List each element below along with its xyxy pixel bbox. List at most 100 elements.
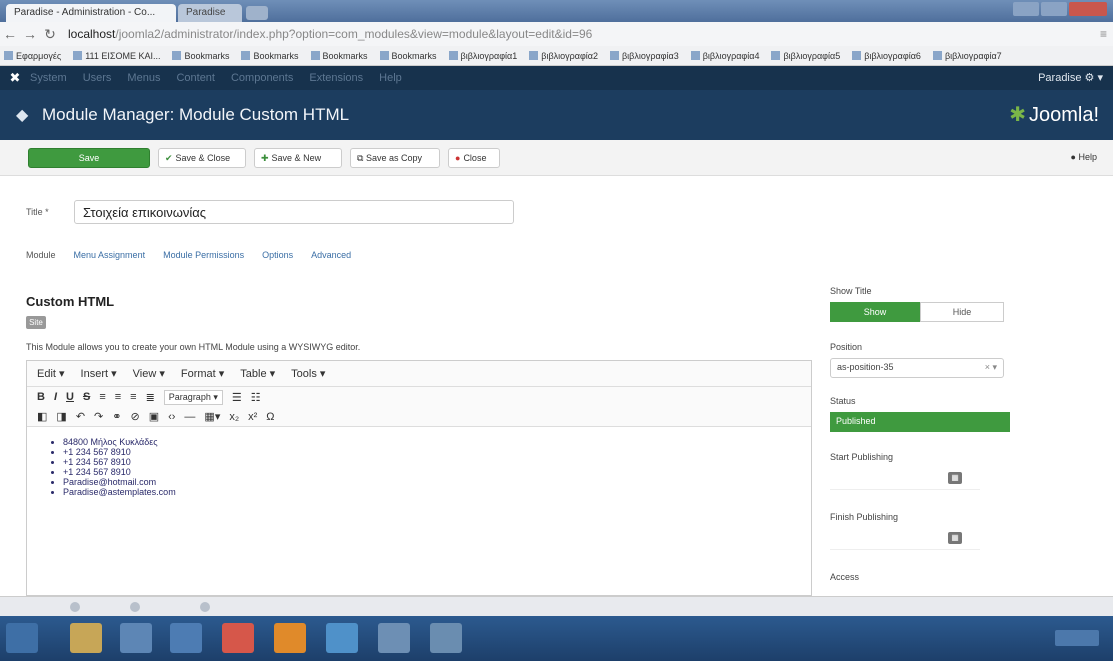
bookmark-item[interactable]: Bookmarks	[380, 51, 437, 61]
save-copy-button[interactable]: ⧉ Save as Copy	[350, 148, 440, 168]
calendar-icon[interactable]: ▦	[948, 472, 962, 484]
link-icon[interactable]: ⚭	[112, 410, 121, 423]
position-select[interactable]: as-position-35 × ▾	[830, 358, 1004, 378]
save-close-button[interactable]: ✔ Save & Close	[158, 148, 246, 168]
editor-menu-edit[interactable]: Edit ▾	[37, 367, 65, 380]
back-icon[interactable]: ←	[0, 26, 20, 42]
skype-icon[interactable]	[326, 623, 358, 653]
menu-components[interactable]: Components	[231, 72, 293, 84]
unlink-icon[interactable]: ⊘	[130, 410, 139, 423]
menu-users[interactable]: Users	[83, 72, 112, 84]
start-icon[interactable]	[6, 623, 38, 653]
menu-menus[interactable]: Menus	[127, 72, 160, 84]
new-tab-button[interactable]	[246, 6, 268, 20]
browser-tab-inactive[interactable]: Paradise	[178, 4, 242, 22]
image-icon[interactable]: ▣	[149, 410, 159, 423]
bookmark-item[interactable]: βιβλιογραφία6	[852, 51, 921, 61]
site-badge: Site	[26, 316, 46, 329]
bookmark-item[interactable]: Bookmarks	[311, 51, 368, 61]
browser-tab-active[interactable]: Paradise - Administration - Co...	[6, 4, 176, 22]
save-new-button[interactable]: ✚ Save & New	[254, 148, 342, 168]
format-select[interactable]: Paragraph ▾	[163, 389, 223, 405]
help-button[interactable]: ● Help	[1065, 148, 1103, 168]
ie-icon[interactable]	[170, 623, 202, 653]
show-button[interactable]: Show	[830, 302, 920, 322]
tab-module[interactable]: Module	[26, 250, 56, 260]
bookmark-item[interactable]: 111 ΕΙΣΟΜΕ ΚΑΙ...	[73, 51, 160, 61]
reload-icon[interactable]: ↻	[40, 26, 60, 43]
editor-menu-format[interactable]: Format ▾	[181, 367, 224, 380]
superscript-icon[interactable]: x²	[248, 411, 257, 423]
title-input[interactable]: Στοιχεία επικοινωνίας	[74, 200, 514, 224]
editor-menu-view[interactable]: View ▾	[133, 367, 165, 380]
save-new-label: Save & New	[271, 153, 322, 163]
bookmark-item[interactable]: βιβλιογραφία2	[529, 51, 598, 61]
url-field[interactable]: localhost/joomla2/administrator/index.ph…	[68, 27, 592, 41]
underline-icon[interactable]: U	[66, 391, 74, 403]
menu-help[interactable]: Help	[379, 72, 402, 84]
strikethrough-icon[interactable]: S	[83, 391, 90, 403]
table-icon[interactable]: ▦▾	[204, 410, 220, 423]
menu-system[interactable]: System	[30, 72, 67, 84]
horizontal-rule-icon[interactable]: —	[184, 411, 195, 423]
tab-advanced[interactable]: Advanced	[311, 250, 351, 260]
tab-options[interactable]: Options	[262, 250, 293, 260]
bookmark-item[interactable]: Bookmarks	[241, 51, 298, 61]
bookmark-item[interactable]: βιβλιογραφία4	[691, 51, 760, 61]
editor-menu-tools[interactable]: Tools ▾	[291, 367, 325, 380]
app-icon[interactable]	[430, 623, 462, 653]
position-value: as-position-35	[837, 362, 894, 372]
save-button[interactable]: Save	[28, 148, 150, 168]
close-button[interactable]: ● Close	[448, 148, 500, 168]
bold-icon[interactable]: B	[37, 391, 45, 403]
start-publishing-field[interactable]: ▦	[830, 468, 980, 490]
bullet-list-icon[interactable]: ☰	[232, 391, 242, 404]
bookmark-item[interactable]: βιβλιογραφία5	[771, 51, 840, 61]
editor-menu-insert[interactable]: Insert ▾	[81, 367, 117, 380]
indent-icon[interactable]: ◨	[56, 410, 66, 423]
code-icon[interactable]: ‹›	[168, 411, 175, 423]
subscript-icon[interactable]: x₂	[229, 411, 239, 423]
align-right-icon[interactable]: ≡	[130, 391, 136, 403]
clock[interactable]	[1055, 630, 1099, 646]
editor-menu-table[interactable]: Table ▾	[240, 367, 275, 380]
minimize-button[interactable]	[1013, 2, 1039, 16]
joomla-icon[interactable]: ✖	[0, 70, 30, 86]
menu-content[interactable]: Content	[176, 72, 215, 84]
outdent-icon[interactable]: ◧	[37, 410, 47, 423]
save-label: Save	[78, 153, 100, 163]
app-icon[interactable]	[274, 623, 306, 653]
media-icon[interactable]	[120, 623, 152, 653]
menu-extensions[interactable]: Extensions	[309, 72, 363, 84]
explorer-icon[interactable]	[70, 623, 102, 653]
finish-publishing-field[interactable]: ▦	[830, 528, 980, 550]
italic-icon[interactable]: I	[54, 391, 57, 403]
bookmark-item[interactable]: βιβλιογραφία1	[449, 51, 518, 61]
close-label: Close	[463, 153, 487, 163]
undo-icon[interactable]: ↶	[76, 410, 85, 423]
tab-menu-assignment[interactable]: Menu Assignment	[74, 250, 146, 260]
bookmark-item[interactable]: βιβλιογραφία3	[610, 51, 679, 61]
tab-module-permissions[interactable]: Module Permissions	[163, 250, 244, 260]
numbered-list-icon[interactable]: ☷	[251, 391, 261, 404]
maximize-button[interactable]	[1041, 2, 1067, 16]
align-center-icon[interactable]: ≡	[115, 391, 121, 403]
bookmark-item[interactable]: Bookmarks	[172, 51, 229, 61]
app-icon[interactable]	[378, 623, 410, 653]
special-char-icon[interactable]: Ω	[266, 411, 274, 423]
bookmark-item[interactable]: Εφαρμογές	[4, 51, 61, 61]
redo-icon[interactable]: ↷	[94, 410, 103, 423]
plus-icon: ✚	[261, 153, 269, 163]
bookmark-item[interactable]: βιβλιογραφία7	[933, 51, 1002, 61]
calendar-icon[interactable]: ▦	[948, 532, 962, 544]
forward-icon[interactable]: →	[20, 26, 40, 42]
status-select[interactable]: Published	[830, 412, 1010, 432]
chrome-icon[interactable]	[222, 623, 254, 653]
align-left-icon[interactable]: ≡	[99, 391, 105, 403]
hide-button[interactable]: Hide	[920, 302, 1004, 322]
menu-icon[interactable]: ≡	[1100, 27, 1107, 41]
editor-content[interactable]: 84800 Μήλος Κυκλάδες +1 234 567 8910 +1 …	[27, 427, 811, 497]
user-menu[interactable]: Paradise ⚙ ▾	[1038, 71, 1103, 84]
align-justify-icon[interactable]: ≣	[146, 391, 155, 404]
close-window-button[interactable]	[1069, 2, 1107, 16]
